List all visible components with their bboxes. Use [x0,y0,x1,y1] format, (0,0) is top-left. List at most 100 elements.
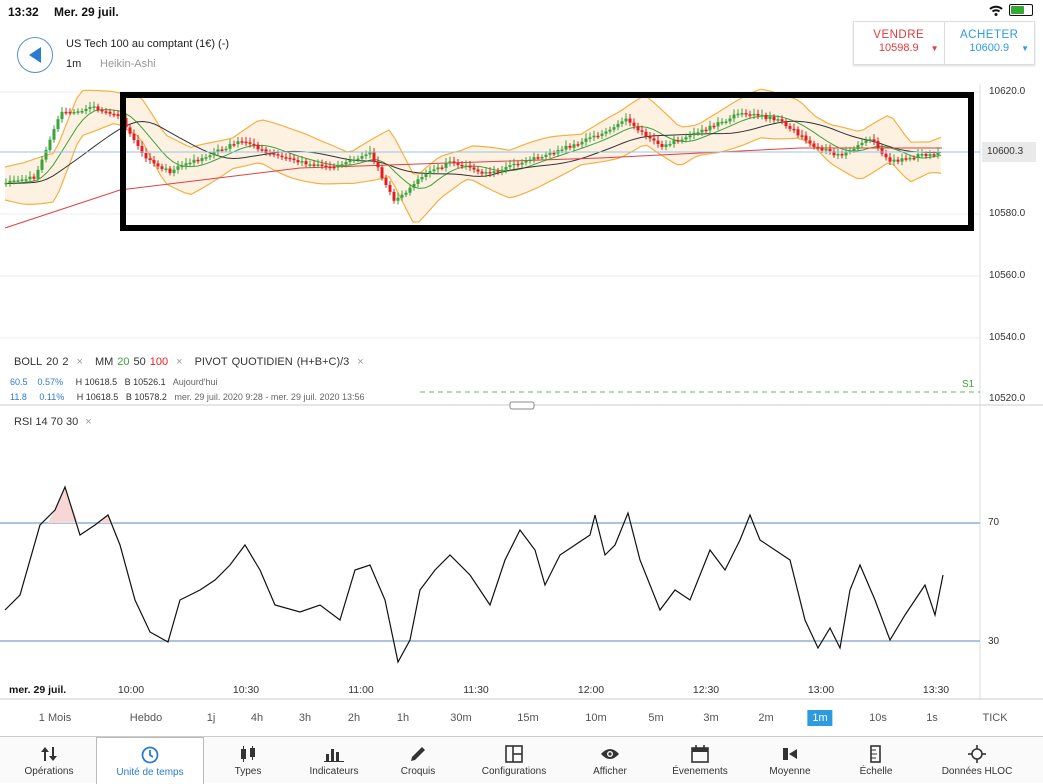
candle-body [756,113,760,116]
current-price-label: 10600.3 [987,146,1024,157]
rsi-line [4,485,944,664]
toolbar-hloc[interactable]: Données HLOC [920,737,1034,784]
scale-tick[interactable]: TICK [982,712,1007,724]
toolbar-label: Moyenne [769,766,811,777]
mm-20: 20 [117,356,130,368]
scale-3m[interactable]: 3m [703,712,718,724]
candle-body [772,116,776,121]
remove-rsi-button[interactable]: × [85,416,91,428]
candle-body [428,171,432,174]
candle-body [228,144,232,149]
toolbar-label: Croquis [400,766,436,777]
candle-body [712,125,716,128]
scale-1m[interactable]: 1m [807,710,833,726]
candle-body [932,154,936,156]
toolbar-events[interactable]: Évenements [652,737,748,784]
scale-2m[interactable]: 2m [758,712,773,724]
toolbar-operations[interactable]: Opérations [2,737,96,784]
toolbar-label: Indicateurs [309,766,359,777]
candle-body [172,169,176,174]
price-axis-label: 10560.0 [989,270,1026,281]
candle-body [384,178,388,185]
price-axis-label: 10580.0 [989,208,1026,219]
time-axis-tick: 11:00 [348,684,374,696]
scale-4h[interactable]: 4h [251,712,263,724]
candle-body [708,125,712,131]
price-chart[interactable] [0,0,1043,700]
calendar-icon [691,745,709,763]
candle-body [452,161,456,163]
toolbar-label: Données HLOC [941,766,1013,777]
candle-body [688,135,692,138]
candle-body [108,111,112,114]
candle-body [528,159,532,162]
candle-body [392,191,396,201]
stats-row-today: 60.5 0.57% H 10618.5 B 10526.1 Aujourd'h… [10,377,217,387]
candle-body [224,148,228,151]
candle-body [116,114,120,117]
candle-body [56,119,60,130]
scale-1s[interactable]: 1s [926,712,938,724]
candle-body [916,154,920,159]
scale-1h[interactable]: 1h [397,712,409,724]
candle-body [508,165,512,168]
candle-body [596,135,600,138]
candle-body [408,187,412,193]
candle-body [648,136,652,139]
candle-body [680,139,684,142]
remove-pivot-button[interactable]: × [357,356,363,368]
remove-boll-button[interactable]: × [77,356,83,368]
candle-body [192,159,196,163]
candle-body [432,169,436,172]
candle-body [364,154,368,157]
stats-row-range: 11.8 0.11% H 10618.5 B 10578.2 mer. 29 j… [10,392,365,402]
toolbar-average[interactable]: Moyenne [748,737,832,784]
candle-body [128,127,132,134]
candle-body [516,163,520,166]
toolbar-drawing[interactable]: Croquis [376,737,460,784]
scale-1-mois[interactable]: 1 Mois [39,712,71,724]
candle-body [924,153,928,157]
candle-body [24,179,28,181]
candle-body [908,157,912,160]
toolbar-types[interactable]: Types [204,737,292,784]
remove-mm-button[interactable]: × [176,356,182,368]
scale-10m[interactable]: 10m [585,712,606,724]
candle-body [332,166,336,169]
candle-body [16,180,20,182]
scale-5m[interactable]: 5m [648,712,663,724]
toolbar-configurations[interactable]: Configurations [460,737,568,784]
candle-body [732,114,736,119]
toolbar-timeframe[interactable]: Unité de temps [96,737,204,784]
boll-label: BOLL [14,356,43,368]
stat-low: B 10578.2 [125,392,167,402]
scale-30m[interactable]: 30m [450,712,471,724]
candle-body [788,126,792,129]
scale-15m[interactable]: 15m [517,712,538,724]
toolbar-scale[interactable]: Échelle [832,737,920,784]
scale-3h[interactable]: 3h [299,712,311,724]
toolbar-show[interactable]: Afficher [568,737,652,784]
candle-body [580,141,584,145]
candle-body [472,167,476,170]
candle-body [604,131,608,134]
scale-1j[interactable]: 1j [207,712,216,724]
scale-2h[interactable]: 2h [348,712,360,724]
candle-body [500,169,504,173]
scale-10s[interactable]: 10s [869,712,887,724]
candle-body [444,162,448,168]
price-axis-label: 10620.0 [989,86,1026,97]
resize-handle[interactable] [509,401,535,410]
scale-hebdo[interactable]: Hebdo [130,712,162,724]
candle-body [180,165,184,168]
toolbar-indicators[interactable]: Indicateurs [292,737,376,784]
candle-body [300,161,304,163]
time-axis-tick: 13:00 [807,684,835,696]
candle-body [748,114,752,116]
candle-body [324,165,328,168]
candle-body [156,163,160,167]
candle-body [436,167,440,170]
candle-body [548,152,552,155]
rsi-panel [0,485,980,664]
stat-change-pct: 0.57% [37,377,64,387]
